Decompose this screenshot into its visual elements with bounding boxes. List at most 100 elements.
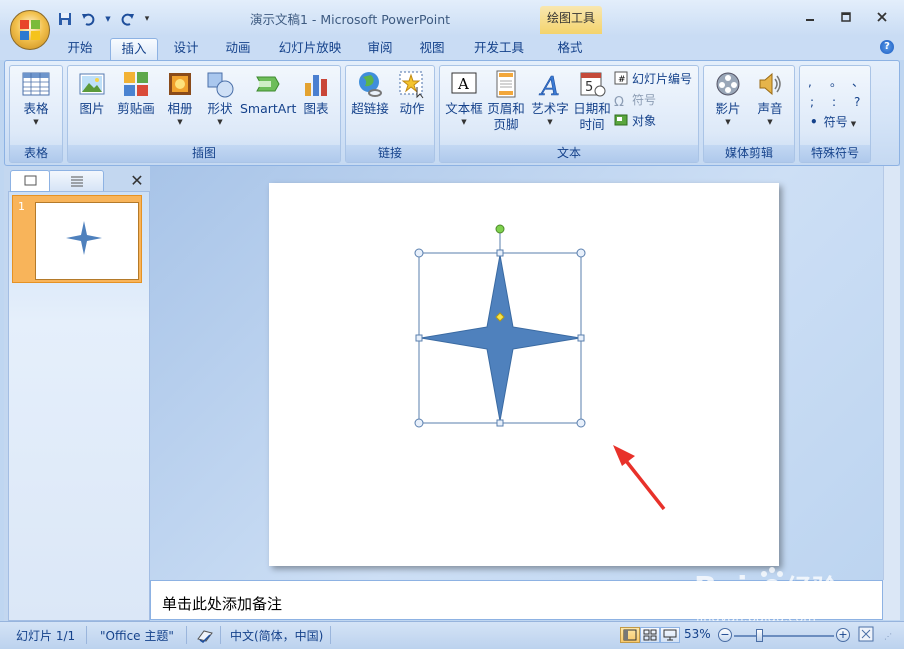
slide-thumb-icon (24, 175, 37, 186)
svg-text:5: 5 (585, 80, 593, 95)
illustrations-group: 图片 剪贴画 相册 ▼ 形状 ▼ SmartArt 图表 插图 (67, 65, 341, 163)
hyperlink-button[interactable]: 超链接 (348, 69, 392, 117)
notes-placeholder[interactable]: 单击此处添加备注 (162, 593, 282, 614)
dropdown-arrow-icon: ▼ (547, 118, 553, 126)
symbol-enum-comma[interactable]: 、 (852, 72, 864, 92)
hyperlink-label: 超链接 (351, 101, 389, 116)
four-point-star-shape[interactable] (420, 254, 581, 422)
slide-counter: 幻灯片 1/1 (16, 629, 76, 643)
close-pane-icon[interactable]: ✕ (128, 172, 146, 190)
zoom-slider-thumb[interactable] (756, 629, 763, 642)
header-footer-label-2: 页脚 (493, 117, 519, 132)
wordart-button[interactable]: A 艺术字 ▼ (528, 69, 572, 127)
slides-tab[interactable] (10, 170, 50, 192)
tab-format[interactable]: 格式 (548, 38, 592, 60)
slide-thumbnail-1[interactable]: 1 (12, 195, 142, 283)
text-group: A 文本框 ▼ 页眉和 页脚 A 艺术字 ▼ 5 日期和 时间 # 幻灯片编号 Ω… (439, 65, 699, 163)
help-icon[interactable]: ? (880, 40, 894, 54)
status-separator (86, 626, 87, 644)
resize-handle-bottom-left[interactable] (414, 418, 424, 428)
tab-review[interactable]: 审阅 (358, 38, 402, 60)
resize-handle-top[interactable] (496, 249, 504, 257)
media-clips-group: 影片 ▼ 声音 ▼ 媒体剪辑 (703, 65, 795, 163)
zoom-in-button[interactable]: + (836, 628, 850, 642)
resize-handle-right[interactable] (577, 334, 585, 342)
tab-view[interactable]: 视图 (410, 38, 454, 60)
media-clips-group-label: 媒体剪辑 (704, 145, 794, 162)
tab-insert[interactable]: 插入 (110, 38, 158, 60)
slide-sorter-view-button[interactable] (640, 627, 660, 643)
table-group-label: 表格 (10, 145, 62, 162)
smartart-button[interactable]: SmartArt (240, 69, 296, 117)
dropdown-arrow-icon: ▼ (725, 118, 731, 126)
symbol-period[interactable]: 。 (830, 72, 842, 92)
language-indicator[interactable]: 中文(简体，中国) (230, 627, 323, 644)
symbol-semicolon[interactable]: ; (810, 92, 814, 112)
notes-pane[interactable]: 单击此处添加备注 (150, 580, 883, 620)
resize-handle-top-left[interactable] (414, 248, 424, 258)
symbol-label: 符号 (823, 115, 848, 129)
status-bar: 幻灯片 1/1 "Office 主题" 中文(简体，中国) 53% − + ⋰ (0, 621, 904, 649)
rotation-handle[interactable] (495, 224, 505, 234)
resize-handle-top-right[interactable] (576, 248, 586, 258)
resize-handle-bottom[interactable] (496, 419, 504, 427)
symbol-small-label: 符号 (632, 93, 657, 107)
photo-album-button[interactable]: 相册 ▼ (162, 69, 198, 127)
zoom-slider-track[interactable] (734, 635, 834, 637)
object-icon (614, 114, 628, 126)
notes-scrollbar[interactable] (883, 580, 900, 620)
wordart-icon: A (539, 72, 560, 99)
tab-developer[interactable]: 开发工具 (466, 38, 532, 60)
slideshow-view-button[interactable] (660, 627, 680, 643)
office-button[interactable] (10, 10, 50, 50)
movie-button[interactable]: 影片 ▼ (706, 69, 750, 127)
symbol-button-disabled[interactable]: Ω 符号 (614, 90, 656, 110)
object-button[interactable]: 对象 (614, 111, 656, 131)
outline-tab[interactable] (48, 170, 104, 192)
symbol-colon[interactable]: : (832, 92, 836, 112)
resize-grip-icon[interactable]: ⋰ (884, 632, 892, 641)
close-icon[interactable] (866, 6, 898, 28)
action-label: 动作 (399, 101, 425, 116)
resize-handle-bottom-right[interactable] (576, 418, 586, 428)
zoom-out-button[interactable]: − (718, 628, 732, 642)
red-arrow-annotation (613, 445, 666, 511)
slide-sorter-icon (643, 629, 657, 641)
symbol-question[interactable]: ? (854, 92, 860, 112)
wordart-label: 艺术字 (531, 101, 569, 116)
picture-button[interactable]: 图片 (74, 69, 110, 117)
fit-to-window-icon[interactable] (858, 626, 874, 645)
photo-album-icon (169, 73, 191, 95)
action-button[interactable]: 动作 (394, 69, 430, 117)
symbol-button[interactable]: • 符号 ▼ (810, 112, 856, 132)
spell-check-icon[interactable] (196, 627, 214, 646)
table-button[interactable]: 表格 ▼ (16, 69, 56, 127)
symbol-dot-icon: • (810, 115, 818, 129)
shapes-button[interactable]: 形状 ▼ (202, 69, 238, 127)
sound-button[interactable]: 声音 ▼ (750, 69, 790, 127)
ribbon-tabs: 开始 插入 设计 动画 幻灯片放映 审阅 视图 开发工具 格式 (0, 36, 904, 60)
office-logo-icon (20, 20, 40, 40)
clipart-button[interactable]: 剪贴画 (114, 69, 158, 117)
tab-animations[interactable]: 动画 (216, 38, 260, 60)
tab-home[interactable]: 开始 (58, 38, 102, 60)
chart-icon (305, 75, 327, 96)
header-footer-button[interactable]: 页眉和 页脚 (484, 69, 528, 133)
tab-slideshow[interactable]: 幻灯片放映 (272, 38, 348, 60)
minimize-icon[interactable] (794, 6, 826, 28)
vertical-scrollbar[interactable] (883, 166, 900, 580)
chart-button[interactable]: 图表 (298, 69, 334, 117)
tab-design[interactable]: 设计 (164, 38, 208, 60)
symbol-comma[interactable]: , (808, 72, 812, 92)
dropdown-arrow-icon: ▼ (177, 118, 183, 126)
zoom-level[interactable]: 53% (684, 627, 711, 641)
date-time-button[interactable]: 5 日期和 时间 (572, 69, 612, 133)
maximize-icon[interactable] (830, 6, 862, 28)
normal-view-button[interactable] (620, 627, 640, 643)
resize-handle-left[interactable] (415, 334, 423, 342)
slide-canvas[interactable] (269, 183, 779, 566)
pane-tabs: ✕ (8, 170, 150, 192)
slide-number-button[interactable]: # 幻灯片编号 (614, 69, 692, 89)
dropdown-arrow-icon: ▼ (217, 118, 223, 126)
textbox-button[interactable]: A 文本框 ▼ (444, 69, 484, 127)
